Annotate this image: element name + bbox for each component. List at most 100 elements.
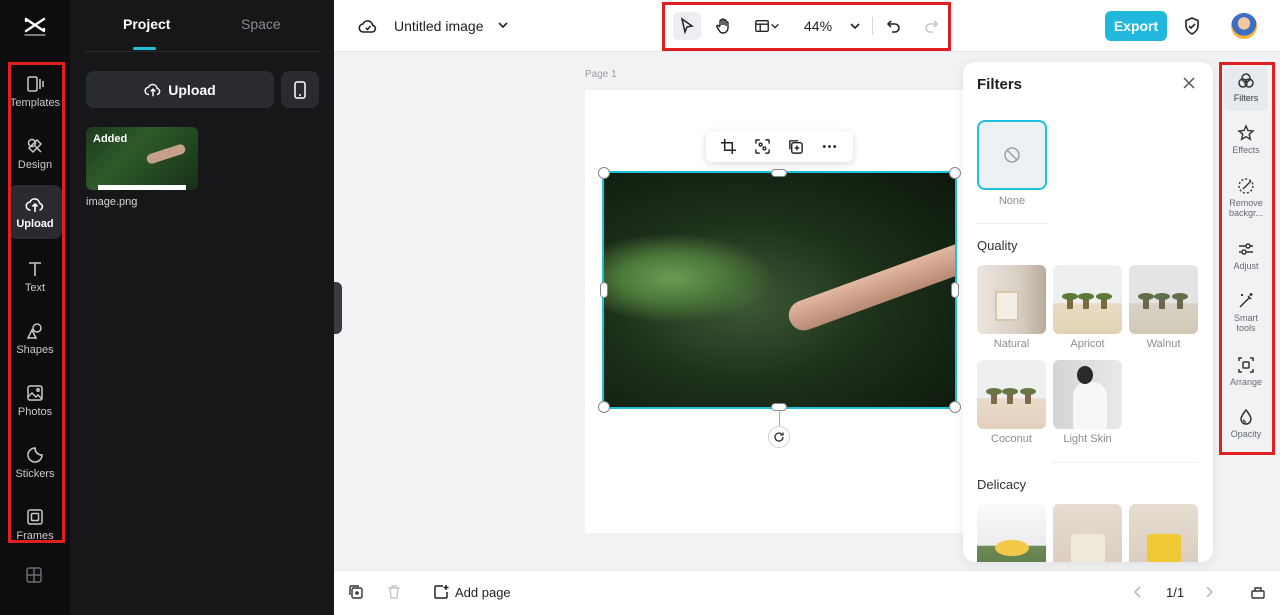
filter-coconut[interactable]: [977, 360, 1046, 429]
asset-filename: image.png: [86, 196, 138, 208]
chevron-right-icon[interactable]: [1204, 586, 1214, 598]
no-filter-icon: [1004, 147, 1020, 163]
tool-smart-tools[interactable]: Smart tools: [1224, 292, 1268, 333]
sidebar-item-label: Photos: [17, 405, 53, 418]
upload-from-phone-button[interactable]: [281, 71, 319, 108]
filter-delicacy-3[interactable]: [1129, 504, 1198, 562]
page-counter: 1/1: [1166, 585, 1185, 600]
selected-image[interactable]: [602, 171, 957, 409]
stickers-icon: [27, 446, 43, 463]
add-page-label: Add page: [455, 584, 511, 600]
photos-icon: [27, 384, 43, 401]
page-label: Page 1: [585, 69, 617, 80]
tool-opacity[interactable]: Opacity: [1224, 408, 1268, 439]
filter-label: Light Skin: [1063, 433, 1112, 445]
opacity-icon: [1240, 408, 1252, 425]
sidebar-item-stickers[interactable]: Stickers: [8, 435, 62, 489]
filter-light-skin[interactable]: [1053, 360, 1122, 429]
tool-arrange[interactable]: Arrange: [1224, 356, 1268, 387]
shield-icon[interactable]: [1183, 16, 1201, 36]
layers-icon[interactable]: [1250, 584, 1266, 600]
filter-delicacy-2[interactable]: [1053, 504, 1122, 562]
tool-adjust[interactable]: Adjust: [1224, 240, 1268, 271]
resize-handle-right[interactable]: [951, 282, 959, 298]
more-options-icon[interactable]: [821, 138, 838, 155]
chevron-left-icon[interactable]: [1133, 586, 1143, 598]
filter-label: Apricot: [1070, 338, 1105, 350]
tab-project[interactable]: Project: [123, 16, 170, 32]
divider: [977, 223, 1047, 224]
filters-icon: [1238, 73, 1254, 88]
sidebar-item-frames[interactable]: Frames: [8, 497, 62, 551]
sidebar-item-label: Text: [24, 281, 46, 294]
capcut-logo[interactable]: [22, 12, 48, 38]
arrange-icon: [1238, 357, 1254, 373]
resize-handle-top-left[interactable]: [598, 167, 610, 179]
cloud-sync-icon[interactable]: [358, 16, 378, 36]
sidebar-item-photos[interactable]: Photos: [8, 373, 62, 427]
sidebar-item-label: Upload: [16, 217, 54, 230]
upload-button-label: Upload: [168, 81, 216, 98]
frames-icon: [27, 508, 43, 525]
sidebar-item-shapes[interactable]: Shapes: [8, 311, 62, 365]
tool-effects[interactable]: Effects: [1224, 124, 1268, 155]
resize-handle-bottom-right[interactable]: [949, 401, 961, 413]
filter-delicacy-1[interactable]: [977, 504, 1046, 562]
design-icon: [27, 138, 43, 153]
sidebar-item-templates[interactable]: Templates: [8, 64, 62, 118]
filter-walnut[interactable]: [1129, 265, 1198, 334]
filters-title: Filters: [977, 76, 1023, 93]
filter-label: Walnut: [1146, 338, 1181, 350]
rotate-handle[interactable]: [768, 426, 790, 448]
trash-icon[interactable]: [386, 584, 402, 600]
filter-natural[interactable]: [977, 265, 1046, 334]
resize-handle-top[interactable]: [771, 169, 787, 177]
apps-icon[interactable]: [24, 565, 44, 585]
filter-none[interactable]: [977, 120, 1047, 190]
filter-apricot[interactable]: [1053, 265, 1122, 334]
smart-cutout-icon[interactable]: [754, 138, 771, 155]
sidebar-item-design[interactable]: Design: [8, 126, 62, 180]
effects-icon: [1237, 124, 1255, 141]
tab-space[interactable]: Space: [241, 16, 281, 32]
left-rail: Templates Design Upload Text Shapes Phot…: [0, 0, 70, 615]
templates-icon: [27, 75, 44, 92]
sidebar-item-label: Stickers: [15, 467, 55, 480]
smart-tools-icon: [1239, 293, 1253, 308]
upload-cloud-icon: [144, 83, 161, 96]
sidebar-item-upload[interactable]: Upload: [8, 185, 62, 239]
tool-remove-background[interactable]: Remove backgr...: [1224, 177, 1268, 218]
export-button[interactable]: Export: [1105, 11, 1167, 41]
tool-filters[interactable]: Filters: [1224, 67, 1268, 111]
document-title[interactable]: Untitled image: [394, 18, 484, 34]
avatar[interactable]: [1231, 13, 1257, 39]
sidebar-item-text[interactable]: Text: [8, 249, 62, 303]
crop-icon[interactable]: [720, 138, 737, 155]
filter-label: Natural: [993, 338, 1030, 350]
duplicate-icon[interactable]: [787, 138, 804, 155]
text-icon: [29, 261, 41, 276]
divider: [1053, 462, 1199, 463]
filters-panel: Filters None Quality Natural Apricot Wal…: [963, 62, 1213, 562]
panel-tabs: Project Space: [84, 0, 320, 52]
filter-label: Coconut: [991, 433, 1032, 445]
chevron-down-icon[interactable]: [497, 19, 509, 31]
hand-arm: [784, 241, 955, 335]
upload-cloud-icon: [25, 197, 44, 212]
rotate-icon: [774, 432, 784, 442]
adjust-icon: [1239, 243, 1253, 255]
resize-handle-left[interactable]: [600, 282, 608, 298]
close-icon[interactable]: [1182, 76, 1196, 90]
sidebar-item-label: Design: [17, 158, 53, 171]
rotate-stem: [779, 410, 780, 426]
duplicate-page-icon[interactable]: [348, 584, 364, 600]
upload-button[interactable]: Upload: [86, 71, 274, 108]
resize-handle-bottom-left[interactable]: [598, 401, 610, 413]
add-page-button[interactable]: Add page: [433, 584, 511, 600]
resize-handle-top-right[interactable]: [949, 167, 961, 179]
collapse-panel-handle[interactable]: [334, 282, 342, 334]
sidebar-item-label: Templates: [9, 96, 61, 109]
sidebar-item-label: Shapes: [16, 343, 54, 356]
remove-background-icon: [1238, 178, 1254, 194]
toolbar-highlight-box: [662, 2, 951, 51]
